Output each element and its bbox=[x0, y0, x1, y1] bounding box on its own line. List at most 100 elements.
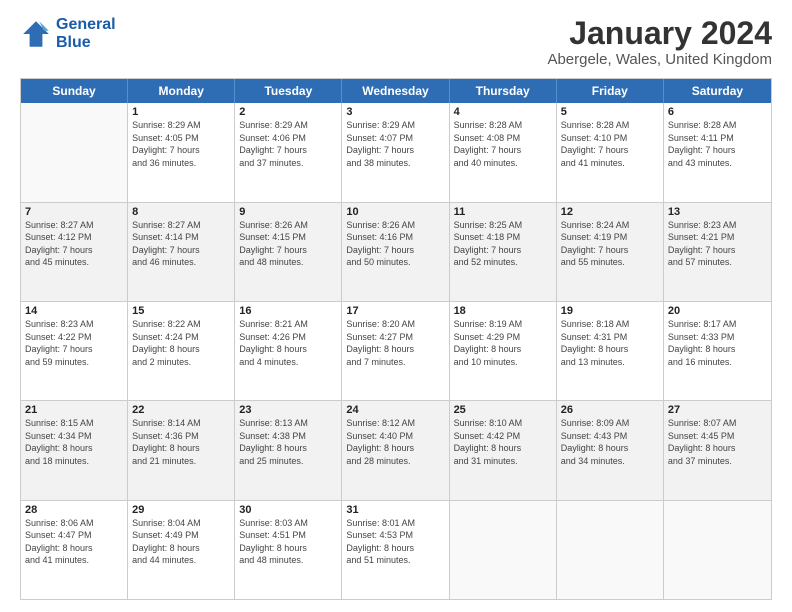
day-info: Sunrise: 8:12 AM Sunset: 4:40 PM Dayligh… bbox=[346, 417, 444, 467]
cal-cell-day: 29Sunrise: 8:04 AM Sunset: 4:49 PM Dayli… bbox=[128, 501, 235, 599]
subtitle: Abergele, Wales, United Kingdom bbox=[547, 51, 772, 68]
day-info: Sunrise: 8:29 AM Sunset: 4:07 PM Dayligh… bbox=[346, 119, 444, 169]
cal-cell-day: 17Sunrise: 8:20 AM Sunset: 4:27 PM Dayli… bbox=[342, 302, 449, 400]
day-info: Sunrise: 8:27 AM Sunset: 4:12 PM Dayligh… bbox=[25, 219, 123, 269]
day-number: 8 bbox=[132, 206, 230, 218]
day-number: 23 bbox=[239, 404, 337, 416]
day-info: Sunrise: 8:03 AM Sunset: 4:51 PM Dayligh… bbox=[239, 517, 337, 567]
day-number: 11 bbox=[454, 206, 552, 218]
day-number: 20 bbox=[668, 305, 767, 317]
cal-week-row: 1Sunrise: 8:29 AM Sunset: 4:05 PM Daylig… bbox=[21, 103, 771, 202]
day-number: 5 bbox=[561, 106, 659, 118]
day-number: 1 bbox=[132, 106, 230, 118]
day-number: 13 bbox=[668, 206, 767, 218]
day-info: Sunrise: 8:14 AM Sunset: 4:36 PM Dayligh… bbox=[132, 417, 230, 467]
cal-cell-day: 5Sunrise: 8:28 AM Sunset: 4:10 PM Daylig… bbox=[557, 103, 664, 201]
cal-cell-day: 24Sunrise: 8:12 AM Sunset: 4:40 PM Dayli… bbox=[342, 401, 449, 499]
cal-cell-day: 11Sunrise: 8:25 AM Sunset: 4:18 PM Dayli… bbox=[450, 203, 557, 301]
cal-cell-day: 19Sunrise: 8:18 AM Sunset: 4:31 PM Dayli… bbox=[557, 302, 664, 400]
day-number: 21 bbox=[25, 404, 123, 416]
cal-cell-day: 30Sunrise: 8:03 AM Sunset: 4:51 PM Dayli… bbox=[235, 501, 342, 599]
cal-cell-day: 27Sunrise: 8:07 AM Sunset: 4:45 PM Dayli… bbox=[664, 401, 771, 499]
day-info: Sunrise: 8:26 AM Sunset: 4:16 PM Dayligh… bbox=[346, 219, 444, 269]
day-info: Sunrise: 8:20 AM Sunset: 4:27 PM Dayligh… bbox=[346, 318, 444, 368]
day-number: 7 bbox=[25, 206, 123, 218]
day-info: Sunrise: 8:28 AM Sunset: 4:11 PM Dayligh… bbox=[668, 119, 767, 169]
calendar-header-row: SundayMondayTuesdayWednesdayThursdayFrid… bbox=[21, 79, 771, 103]
day-number: 6 bbox=[668, 106, 767, 118]
cal-cell-empty bbox=[21, 103, 128, 201]
day-number: 18 bbox=[454, 305, 552, 317]
day-number: 4 bbox=[454, 106, 552, 118]
cal-cell-day: 21Sunrise: 8:15 AM Sunset: 4:34 PM Dayli… bbox=[21, 401, 128, 499]
day-info: Sunrise: 8:07 AM Sunset: 4:45 PM Dayligh… bbox=[668, 417, 767, 467]
cal-cell-day: 16Sunrise: 8:21 AM Sunset: 4:26 PM Dayli… bbox=[235, 302, 342, 400]
day-number: 15 bbox=[132, 305, 230, 317]
day-info: Sunrise: 8:18 AM Sunset: 4:31 PM Dayligh… bbox=[561, 318, 659, 368]
day-number: 14 bbox=[25, 305, 123, 317]
day-info: Sunrise: 8:21 AM Sunset: 4:26 PM Dayligh… bbox=[239, 318, 337, 368]
logo-text: General Blue bbox=[56, 16, 116, 51]
page: General Blue January 2024 Abergele, Wale… bbox=[0, 0, 792, 612]
calendar: SundayMondayTuesdayWednesdayThursdayFrid… bbox=[20, 78, 772, 600]
cal-cell-day: 20Sunrise: 8:17 AM Sunset: 4:33 PM Dayli… bbox=[664, 302, 771, 400]
day-number: 25 bbox=[454, 404, 552, 416]
day-info: Sunrise: 8:23 AM Sunset: 4:22 PM Dayligh… bbox=[25, 318, 123, 368]
cal-cell-day: 8Sunrise: 8:27 AM Sunset: 4:14 PM Daylig… bbox=[128, 203, 235, 301]
cal-cell-day: 13Sunrise: 8:23 AM Sunset: 4:21 PM Dayli… bbox=[664, 203, 771, 301]
day-info: Sunrise: 8:28 AM Sunset: 4:08 PM Dayligh… bbox=[454, 119, 552, 169]
cal-cell-day: 6Sunrise: 8:28 AM Sunset: 4:11 PM Daylig… bbox=[664, 103, 771, 201]
header: General Blue January 2024 Abergele, Wale… bbox=[20, 16, 772, 68]
day-info: Sunrise: 8:29 AM Sunset: 4:05 PM Dayligh… bbox=[132, 119, 230, 169]
day-info: Sunrise: 8:25 AM Sunset: 4:18 PM Dayligh… bbox=[454, 219, 552, 269]
cal-cell-day: 3Sunrise: 8:29 AM Sunset: 4:07 PM Daylig… bbox=[342, 103, 449, 201]
cal-header-cell: Tuesday bbox=[235, 79, 342, 103]
day-number: 3 bbox=[346, 106, 444, 118]
day-number: 30 bbox=[239, 504, 337, 516]
day-info: Sunrise: 8:10 AM Sunset: 4:42 PM Dayligh… bbox=[454, 417, 552, 467]
cal-header-cell: Sunday bbox=[21, 79, 128, 103]
day-info: Sunrise: 8:15 AM Sunset: 4:34 PM Dayligh… bbox=[25, 417, 123, 467]
cal-header-cell: Friday bbox=[557, 79, 664, 103]
cal-cell-empty bbox=[557, 501, 664, 599]
cal-week-row: 21Sunrise: 8:15 AM Sunset: 4:34 PM Dayli… bbox=[21, 401, 771, 500]
day-number: 27 bbox=[668, 404, 767, 416]
cal-header-cell: Thursday bbox=[450, 79, 557, 103]
day-info: Sunrise: 8:04 AM Sunset: 4:49 PM Dayligh… bbox=[132, 517, 230, 567]
cal-cell-day: 14Sunrise: 8:23 AM Sunset: 4:22 PM Dayli… bbox=[21, 302, 128, 400]
cal-cell-empty bbox=[664, 501, 771, 599]
main-title: January 2024 bbox=[547, 16, 772, 51]
day-number: 9 bbox=[239, 206, 337, 218]
logo: General Blue bbox=[20, 16, 116, 51]
day-info: Sunrise: 8:26 AM Sunset: 4:15 PM Dayligh… bbox=[239, 219, 337, 269]
day-info: Sunrise: 8:24 AM Sunset: 4:19 PM Dayligh… bbox=[561, 219, 659, 269]
cal-week-row: 14Sunrise: 8:23 AM Sunset: 4:22 PM Dayli… bbox=[21, 302, 771, 401]
cal-cell-day: 2Sunrise: 8:29 AM Sunset: 4:06 PM Daylig… bbox=[235, 103, 342, 201]
cal-cell-day: 1Sunrise: 8:29 AM Sunset: 4:05 PM Daylig… bbox=[128, 103, 235, 201]
day-number: 19 bbox=[561, 305, 659, 317]
day-info: Sunrise: 8:09 AM Sunset: 4:43 PM Dayligh… bbox=[561, 417, 659, 467]
day-info: Sunrise: 8:28 AM Sunset: 4:10 PM Dayligh… bbox=[561, 119, 659, 169]
cal-cell-day: 10Sunrise: 8:26 AM Sunset: 4:16 PM Dayli… bbox=[342, 203, 449, 301]
cal-cell-day: 18Sunrise: 8:19 AM Sunset: 4:29 PM Dayli… bbox=[450, 302, 557, 400]
day-number: 22 bbox=[132, 404, 230, 416]
cal-cell-day: 9Sunrise: 8:26 AM Sunset: 4:15 PM Daylig… bbox=[235, 203, 342, 301]
day-info: Sunrise: 8:23 AM Sunset: 4:21 PM Dayligh… bbox=[668, 219, 767, 269]
day-info: Sunrise: 8:27 AM Sunset: 4:14 PM Dayligh… bbox=[132, 219, 230, 269]
cal-cell-day: 15Sunrise: 8:22 AM Sunset: 4:24 PM Dayli… bbox=[128, 302, 235, 400]
day-info: Sunrise: 8:22 AM Sunset: 4:24 PM Dayligh… bbox=[132, 318, 230, 368]
cal-cell-day: 22Sunrise: 8:14 AM Sunset: 4:36 PM Dayli… bbox=[128, 401, 235, 499]
cal-cell-day: 23Sunrise: 8:13 AM Sunset: 4:38 PM Dayli… bbox=[235, 401, 342, 499]
day-info: Sunrise: 8:29 AM Sunset: 4:06 PM Dayligh… bbox=[239, 119, 337, 169]
day-info: Sunrise: 8:19 AM Sunset: 4:29 PM Dayligh… bbox=[454, 318, 552, 368]
day-number: 24 bbox=[346, 404, 444, 416]
day-info: Sunrise: 8:06 AM Sunset: 4:47 PM Dayligh… bbox=[25, 517, 123, 567]
cal-week-row: 28Sunrise: 8:06 AM Sunset: 4:47 PM Dayli… bbox=[21, 501, 771, 599]
cal-header-cell: Monday bbox=[128, 79, 235, 103]
cal-cell-day: 31Sunrise: 8:01 AM Sunset: 4:53 PM Dayli… bbox=[342, 501, 449, 599]
cal-cell-day: 4Sunrise: 8:28 AM Sunset: 4:08 PM Daylig… bbox=[450, 103, 557, 201]
cal-header-cell: Saturday bbox=[664, 79, 771, 103]
cal-week-row: 7Sunrise: 8:27 AM Sunset: 4:12 PM Daylig… bbox=[21, 203, 771, 302]
cal-cell-day: 28Sunrise: 8:06 AM Sunset: 4:47 PM Dayli… bbox=[21, 501, 128, 599]
day-number: 12 bbox=[561, 206, 659, 218]
